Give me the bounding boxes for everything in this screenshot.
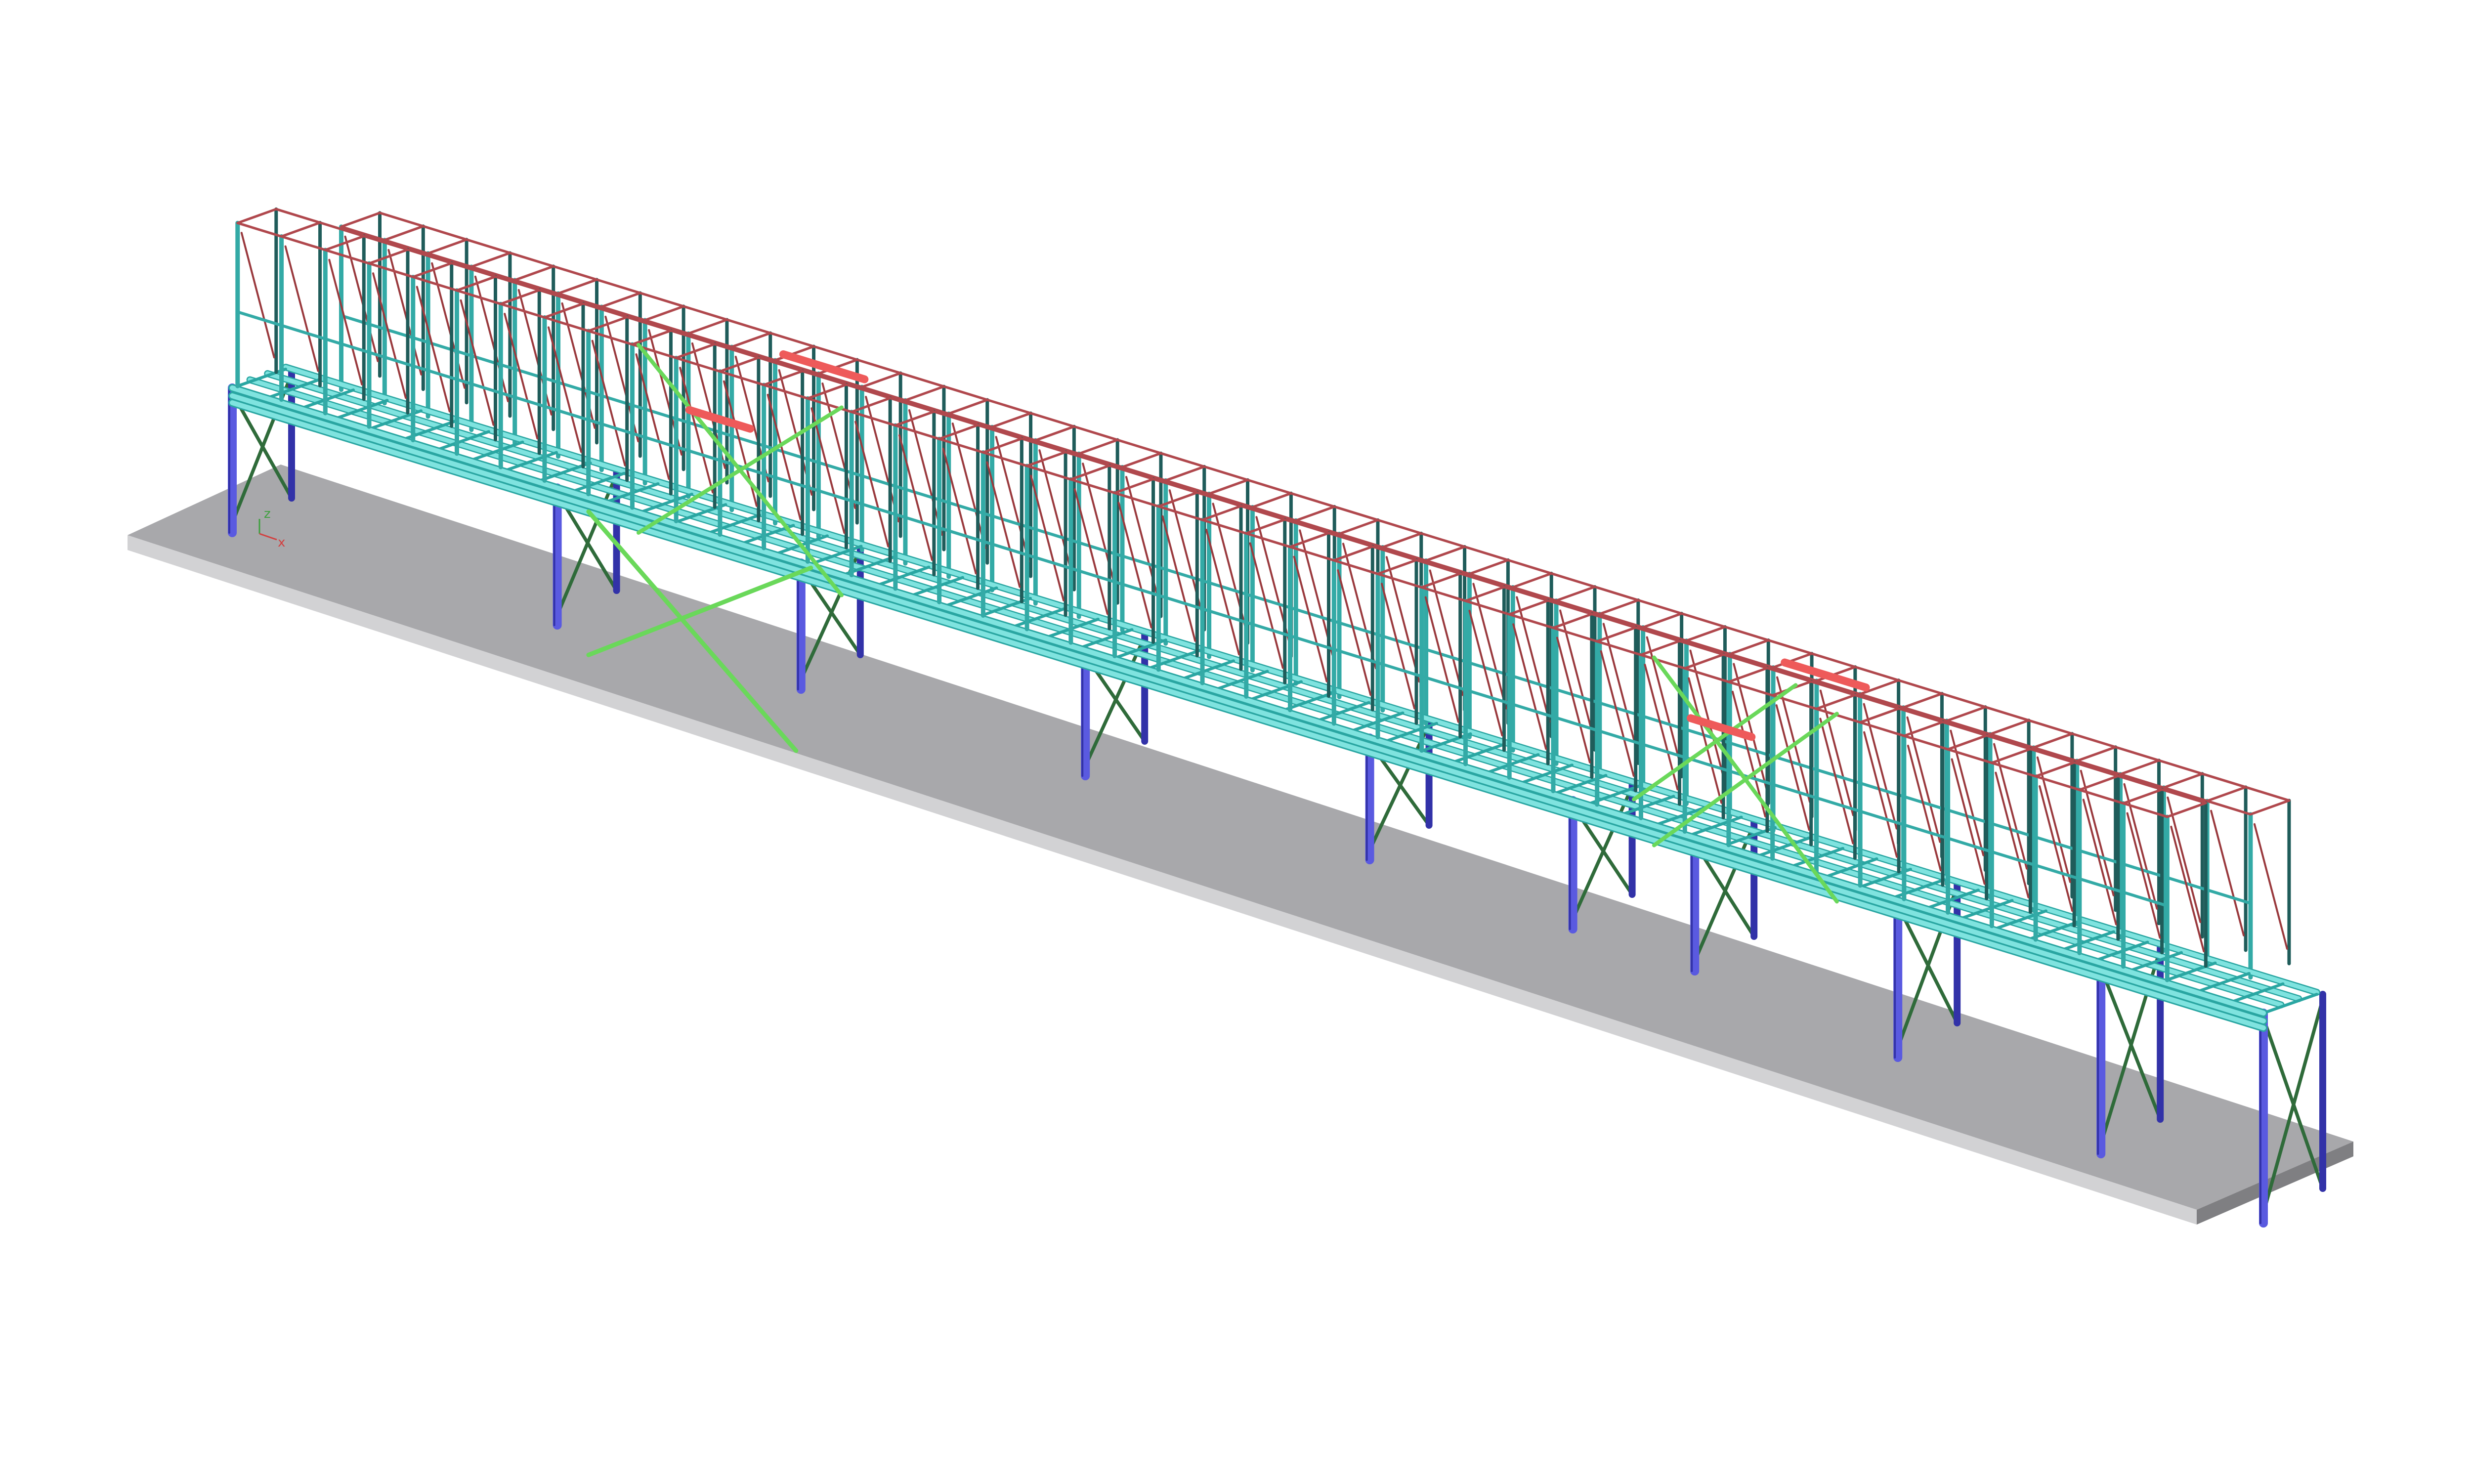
axis-x-label: x — [278, 535, 285, 550]
structural-model-viewport[interactable]: x z — [0, 0, 2471, 1484]
axis-z-label: z — [264, 507, 271, 521]
